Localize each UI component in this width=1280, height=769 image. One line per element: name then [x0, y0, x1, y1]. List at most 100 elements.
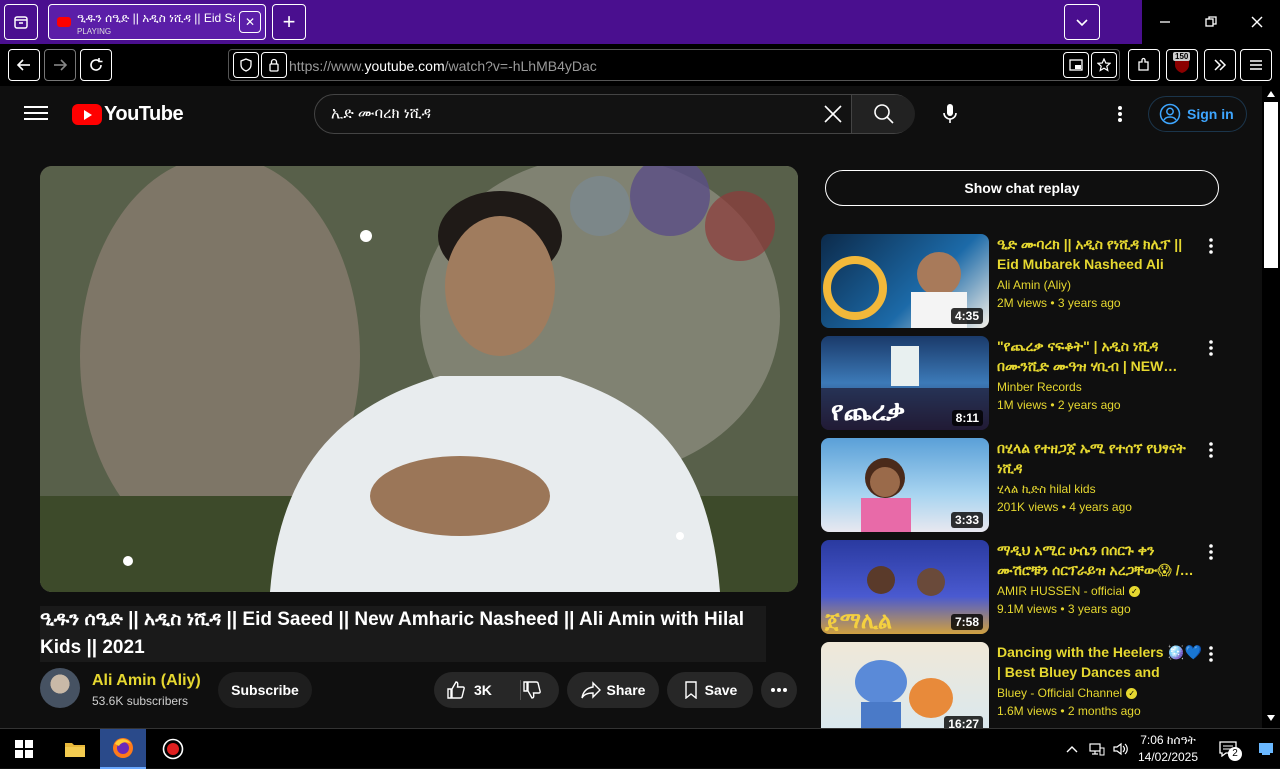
back-button[interactable] [8, 49, 40, 81]
youtube-logo[interactable]: YouTube [72, 100, 184, 128]
volume-icon[interactable] [1110, 729, 1132, 769]
show-chat-replay-button[interactable]: Show chat replay [825, 170, 1219, 206]
tab-list-button[interactable] [4, 4, 38, 40]
action-center-button[interactable]: 2 [1208, 729, 1248, 769]
search-button[interactable] [851, 95, 915, 133]
video-player[interactable] [40, 166, 798, 592]
search-box[interactable]: ኢድ ሙባረክ ነሺዳ [314, 94, 915, 134]
recommended-video[interactable]: 16:27 Dancing with the Heelers 🪩💙 | Best… [821, 642, 1221, 728]
recorder-taskbar-button[interactable] [150, 729, 196, 769]
svg-text:የጨረቃ: የጨረቃ [831, 397, 905, 427]
channel-avatar[interactable] [40, 668, 80, 708]
address-bar[interactable]: https://www.youtube.com/watch?v=-hLhMB4y… [228, 49, 1120, 81]
more-actions-button[interactable] [761, 672, 797, 708]
app-menu-button[interactable] [1240, 49, 1272, 81]
sign-in-button[interactable]: Sign in [1148, 96, 1247, 132]
video-thumbnail[interactable]: ጀማሊል 7:58 [821, 540, 989, 634]
recommended-channel[interactable]: Minber Records [997, 380, 1082, 394]
minimize-button[interactable] [1142, 0, 1188, 44]
tab-close-icon[interactable]: ✕ [239, 11, 261, 33]
close-window-button[interactable] [1234, 0, 1280, 44]
share-button[interactable]: Share [567, 672, 659, 708]
video-action-menu-icon[interactable] [1203, 542, 1219, 562]
recommended-video-title[interactable]: በሂላል የተዘጋጀ ኡሚ የተሰኘ የህፃናት ነሺዳ [997, 438, 1205, 478]
recommended-channel[interactable]: AMIR HUSSEN - official ✓ [997, 584, 1140, 598]
channel-name-link[interactable]: Ali Amin (Aliy) [92, 672, 201, 690]
site-info-button[interactable] [261, 52, 287, 78]
search-input[interactable]: ኢድ ሙባረክ ነሺዳ [331, 105, 431, 122]
file-explorer-taskbar-button[interactable] [52, 729, 98, 769]
extensions-button[interactable] [1128, 49, 1160, 81]
recommended-video-title[interactable]: "የጨረቃ ናፍቆት" | አዲስ ነሺዳ በሙንሺድ ሙዓዝ ሃቢብ | NE… [997, 336, 1205, 376]
minimize-icon [1160, 21, 1170, 23]
save-label: Save [704, 682, 738, 698]
tab-youtube[interactable]: ዒዱን ሰዒድ || አዲስ ነሺዳ || Eid Saeed PLAYING … [48, 4, 266, 40]
taskbar-clock-date[interactable]: 14/02/2025 [1136, 750, 1200, 764]
subscribe-button[interactable]: Subscribe [218, 672, 312, 708]
video-duration: 8:11 [951, 410, 983, 426]
url-text: https://www.youtube.com/watch?v=-hLhMB4y… [289, 58, 597, 74]
clear-search-icon[interactable] [821, 103, 845, 127]
new-tab-button[interactable]: + [272, 4, 306, 40]
thumbs-down-icon [523, 681, 541, 699]
scroll-up-arrow-icon[interactable] [1265, 88, 1277, 100]
recommended-video-title[interactable]: Dancing with the Heelers 🪩💙 | Best Bluey… [997, 642, 1205, 682]
firefox-taskbar-button[interactable] [100, 729, 146, 769]
show-hidden-icons-button[interactable] [1060, 729, 1084, 769]
firefox-icon [113, 738, 133, 758]
guide-menu-button[interactable] [24, 102, 48, 126]
recommended-channel[interactable]: ሂላል ኪድስ hilal kids [997, 482, 1096, 497]
video-action-menu-icon[interactable] [1203, 338, 1219, 358]
plus-icon: + [282, 9, 296, 34]
list-all-tabs-button[interactable] [1064, 4, 1100, 40]
scrollbar-thumb[interactable] [1264, 102, 1278, 268]
recommended-channel[interactable]: Ali Amin (Aliy) [997, 278, 1071, 292]
reload-button[interactable] [80, 49, 112, 81]
star-icon [1097, 58, 1111, 72]
restore-button[interactable] [1188, 0, 1234, 44]
page-scrollbar[interactable] [1262, 86, 1280, 728]
recommended-video[interactable]: የጨረቃ 8:11 "የጨረቃ ናፍቆት" | አዲስ ነሺዳ በሙንሺድ ሙዓ… [821, 336, 1221, 430]
video-action-menu-icon[interactable] [1203, 644, 1219, 664]
channel-name: AMIR HUSSEN - official [997, 584, 1125, 598]
more-tools-button[interactable] [1204, 49, 1236, 81]
video-thumbnail[interactable]: 3:33 [821, 438, 989, 532]
recommended-video[interactable]: 3:33 በሂላል የተዘጋጀ ኡሚ የተሰኘ የህፃናት ነሺዳ ሂላል ኪድ… [821, 438, 1221, 532]
upload-age: 2 years ago [1057, 398, 1121, 412]
shield-icon [240, 58, 252, 72]
taskbar-clock-time[interactable]: 7:06 ከሰዓት [1136, 733, 1200, 748]
save-button[interactable]: Save [667, 672, 753, 708]
picture-in-picture-button[interactable] [1063, 52, 1089, 78]
recommended-channel[interactable]: Bluey - Official Channel ✓ [997, 686, 1138, 700]
thumbs-up-icon [447, 681, 465, 699]
close-icon [1251, 16, 1263, 28]
video-frame [40, 166, 798, 592]
subscriber-count: 53.6K subscribers [92, 694, 189, 708]
show-desktop-button[interactable] [1252, 729, 1280, 769]
video-action-menu-icon[interactable] [1203, 236, 1219, 256]
recommended-video[interactable]: 4:35 ዒድ ሙባረክ || አዲስ የነሺዳ ክሊፕ || Eid Muba… [821, 234, 1221, 328]
dislike-button[interactable] [520, 672, 559, 708]
start-button[interactable] [0, 729, 48, 769]
recommended-video[interactable]: ጀማሊል 7:58 ማዲህ አሚር ሁሴን በሰርጉ ቀን ሙሽሮቹን ሰርፕራ… [821, 540, 1221, 634]
ublock-extension-button[interactable]: 150 [1166, 49, 1198, 81]
tracking-protection-button[interactable] [233, 52, 259, 78]
scroll-down-arrow-icon[interactable] [1265, 712, 1277, 724]
bookmark-star-button[interactable] [1091, 52, 1117, 78]
restore-icon [1205, 16, 1217, 27]
upload-age: 3 years ago [1067, 602, 1131, 616]
video-thumbnail[interactable]: 4:35 [821, 234, 989, 328]
network-icon[interactable] [1086, 729, 1108, 769]
voice-search-button[interactable] [936, 100, 964, 128]
settings-more-button[interactable] [1110, 102, 1130, 126]
recommended-video-title[interactable]: ዒድ ሙባረክ || አዲስ የነሺዳ ክሊፕ || Eid Mubarek N… [997, 234, 1205, 274]
video-thumbnail[interactable]: የጨረቃ 8:11 [821, 336, 989, 430]
hamburger-menu-icon [1250, 60, 1262, 70]
like-button[interactable]: 3K [434, 672, 520, 708]
recommended-video-title[interactable]: ማዲህ አሚር ሁሴን በሰርጉ ቀን ሙሽሮቹን ሰርፕራይዝ አረጋቸው😱 … [997, 540, 1205, 580]
video-thumbnail[interactable]: 16:27 [821, 642, 989, 728]
forward-button[interactable] [44, 49, 76, 81]
record-icon [162, 738, 184, 760]
verified-badge-icon: ✓ [1128, 586, 1140, 598]
video-action-menu-icon[interactable] [1203, 440, 1219, 460]
